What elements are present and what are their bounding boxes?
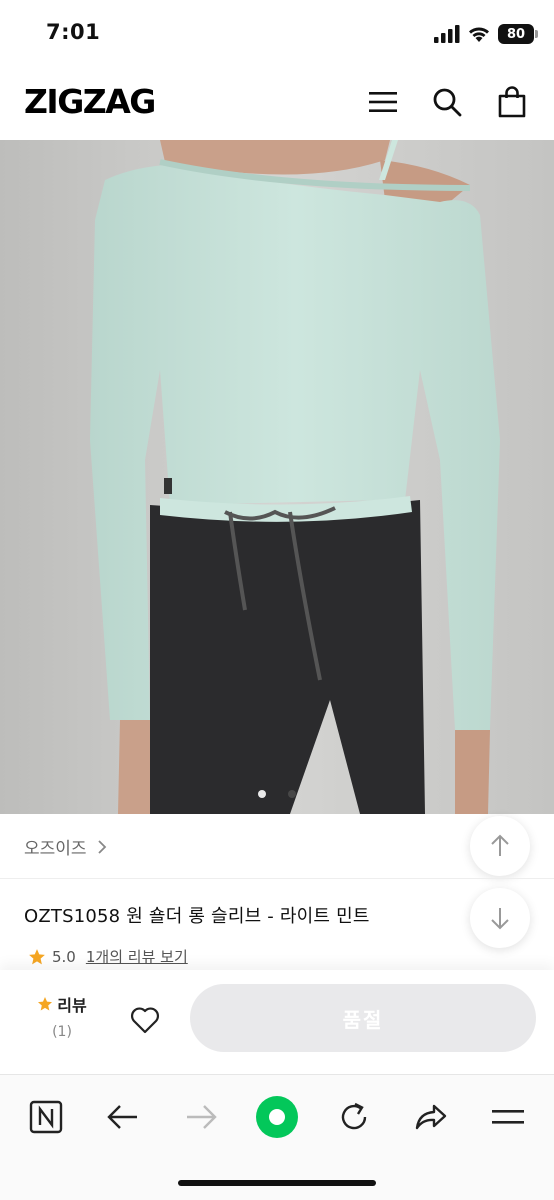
arrow-up-icon (491, 834, 509, 856)
signal-icon (434, 25, 460, 43)
search-icon (433, 88, 462, 117)
green-dot-icon (256, 1096, 298, 1138)
product-title: OZTS1058 원 숄더 롱 슬리브 - 라이트 민트 (24, 906, 370, 927)
refresh-icon (341, 1102, 367, 1130)
review-label: 리뷰 (57, 996, 87, 1015)
wishlist-button[interactable] (124, 1000, 166, 1040)
chevron-right-icon (97, 839, 106, 854)
battery-level: 80 (506, 26, 526, 42)
scroll-up-button[interactable] (470, 816, 530, 876)
menu-icon (369, 92, 397, 112)
menu-lines-button[interactable] (486, 1095, 530, 1139)
rating-value: 5.0 (52, 947, 76, 966)
zigzag-logo[interactable]: ZIGZAG (24, 82, 156, 121)
forward-button[interactable] (179, 1095, 223, 1139)
rating-row: 5.0 1개의 리뷰 보기 (28, 946, 188, 967)
share-icon (415, 1104, 447, 1130)
naver-home-button[interactable] (24, 1095, 68, 1139)
back-arrow-icon (107, 1105, 137, 1129)
review-count: (1) (52, 1024, 72, 1040)
arrow-down-icon (491, 908, 509, 930)
battery-icon: 80 (498, 24, 538, 44)
review-summary-button[interactable]: 리뷰 (1) (30, 992, 94, 1040)
brand-name: 오즈이즈 (24, 839, 87, 859)
app-header: ZIGZAG (0, 68, 554, 140)
carousel-dot[interactable] (288, 790, 296, 798)
forward-arrow-icon (187, 1105, 217, 1129)
review-link[interactable]: 1개의 리뷰 보기 (86, 946, 188, 967)
brand-link[interactable]: 오즈이즈 (24, 834, 107, 859)
shopping-bag-icon (498, 86, 526, 118)
home-indicator (178, 1180, 376, 1186)
carousel-dot-active[interactable] (258, 790, 266, 798)
refresh-button[interactable] (332, 1095, 376, 1139)
star-icon (29, 948, 45, 964)
star-icon (38, 997, 53, 1011)
heart-icon (131, 1007, 159, 1034)
status-icons: 80 (434, 22, 538, 46)
product-photo (0, 140, 554, 814)
soldout-button[interactable]: 품절 (190, 984, 536, 1052)
green-dot-button[interactable] (255, 1095, 299, 1139)
naver-n-icon (29, 1100, 63, 1134)
back-button[interactable] (101, 1095, 145, 1139)
menu-lines-icon (492, 1110, 524, 1124)
carousel-dots (0, 790, 554, 798)
divider (0, 878, 554, 879)
status-time: 7:01 (46, 20, 101, 44)
scroll-down-button[interactable] (470, 888, 530, 948)
product-image[interactable] (0, 140, 554, 814)
search-button[interactable] (429, 84, 465, 120)
action-bar: 리뷰 (1) 품절 (0, 970, 554, 1074)
cart-button[interactable] (494, 84, 530, 120)
status-bar: 7:01 80 (0, 0, 554, 68)
wifi-icon (469, 27, 489, 42)
menu-button[interactable] (365, 84, 401, 120)
share-button[interactable] (409, 1095, 453, 1139)
